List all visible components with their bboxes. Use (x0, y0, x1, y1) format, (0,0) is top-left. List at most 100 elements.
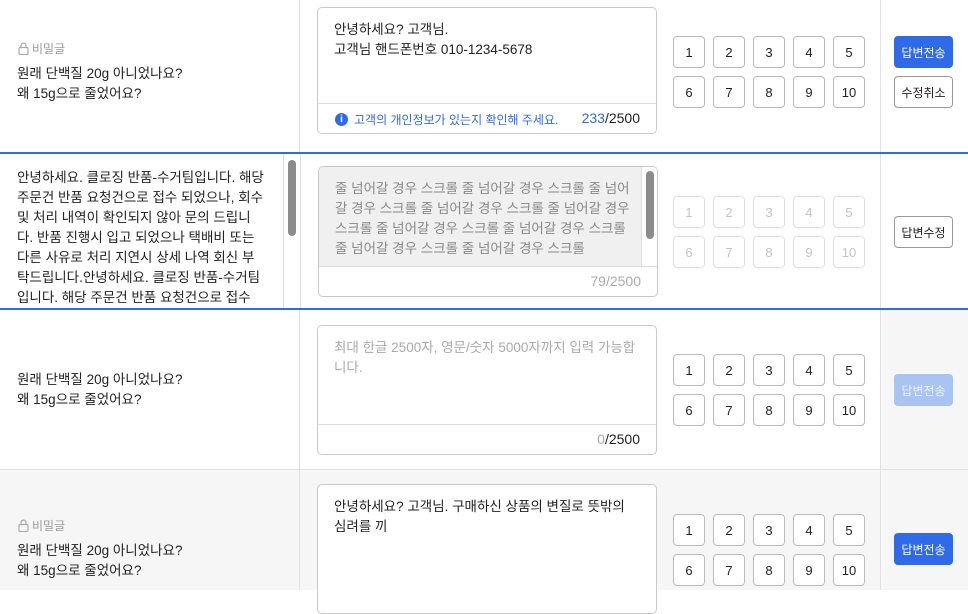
scrollbar-thumb[interactable] (288, 160, 296, 236)
answer-textarea[interactable]: 안녕하세요? 고객님. 구매하신 상품의 변질로 뜻밖의 심려를 끼 (317, 484, 657, 614)
rating-button-4[interactable]: 4 (793, 354, 825, 386)
send-answer-button[interactable]: 답변전송 (894, 36, 953, 68)
lock-icon (18, 42, 29, 55)
rating-cell: 1 2 3 4 5 6 7 8 9 10 (673, 0, 880, 152)
rating-buttons: 1 2 3 4 5 6 7 8 9 10 (673, 354, 865, 426)
answer-cell: 최대 한글 2500자, 영문/숫자 5000자까지 입력 가능합니다. 0/2… (300, 310, 673, 469)
rating-button-5: 5 (833, 196, 865, 228)
answer-footer: i 고객의 개인정보가 있는지 확인해 주세요. 233/2500 (318, 103, 656, 133)
secret-label: 비밀글 (32, 519, 66, 533)
question-cell: 안녕하세요. 클로징 반품-수거팀입니다. 해당 주문건 반품 요청건으로 접수… (0, 154, 300, 308)
qna-row-2: 안녕하세요. 클로징 반품-수거팀입니다. 해당 주문건 반품 요청건으로 접수… (0, 152, 968, 310)
answer-placeholder[interactable]: 최대 한글 2500자, 영문/숫자 5000자까지 입력 가능합니다. (334, 338, 640, 378)
rating-button-3[interactable]: 3 (753, 514, 785, 546)
rating-button-9[interactable]: 9 (793, 76, 825, 108)
question-text: 안녕하세요. 클로징 반품-수거팀입니다. 해당 주문건 반품 요청건으로 접수… (17, 170, 264, 305)
lock-icon (18, 519, 29, 532)
rating-button-7: 7 (713, 236, 745, 268)
rating-button-10[interactable]: 10 (833, 394, 865, 426)
qna-row-3: 원래 단백질 20g 아니었나요? 왜 15g으로 줄었어요? 최대 한글 25… (0, 310, 968, 470)
question-text: 원래 단백질 20g 아니었나요? 왜 15g으로 줄었어요? (17, 66, 183, 101)
answer-textarea[interactable]: 최대 한글 2500자, 영문/숫자 5000자까지 입력 가능합니다. 0/2… (317, 325, 657, 455)
rating-button-9[interactable]: 9 (793, 554, 825, 586)
qna-row-4: 비밀글 원래 단백질 20g 아니었나요? 왜 15g으로 줄었어요? 안녕하세… (0, 470, 968, 614)
secret-badge: 비밀글 (18, 40, 65, 57)
rating-button-2: 2 (713, 196, 745, 228)
rating-button-10[interactable]: 10 (833, 554, 865, 586)
rating-button-5[interactable]: 5 (833, 354, 865, 386)
send-answer-button[interactable]: 답변전송 (894, 533, 953, 565)
rating-button-4[interactable]: 4 (793, 36, 825, 68)
rating-cell: 1 2 3 4 5 6 7 8 9 10 (673, 154, 880, 308)
secret-label: 비밀글 (32, 42, 66, 56)
cancel-edit-button[interactable]: 수정취소 (894, 76, 953, 108)
char-counter: 79/2500 (590, 273, 641, 289)
rating-button-1[interactable]: 1 (673, 36, 705, 68)
rating-button-2[interactable]: 2 (713, 354, 745, 386)
char-count-current: 79 (590, 273, 606, 289)
rating-button-2[interactable]: 2 (713, 36, 745, 68)
rating-button-9[interactable]: 9 (793, 394, 825, 426)
answer-cell: 안녕하세요? 고객님. 고객님 핸드폰번호 010-1234-5678 i 고객… (300, 0, 673, 152)
rating-button-4[interactable]: 4 (793, 514, 825, 546)
rating-button-7[interactable]: 7 (713, 394, 745, 426)
scrollbar-thumb[interactable] (646, 171, 654, 239)
rating-button-1[interactable]: 1 (673, 514, 705, 546)
rating-button-8[interactable]: 8 (753, 394, 785, 426)
question-cell: 원래 단백질 20g 아니었나요? 왜 15g으로 줄었어요? (0, 310, 300, 469)
privacy-warning: i 고객의 개인정보가 있는지 확인해 주세요. (335, 111, 558, 128)
edit-answer-button[interactable]: 답변수정 (894, 216, 953, 248)
info-icon: i (335, 113, 348, 126)
rating-buttons: 1 2 3 4 5 6 7 8 9 10 (673, 196, 865, 268)
answer-textarea[interactable]: 안녕하세요? 고객님. 고객님 핸드폰번호 010-1234-5678 i 고객… (317, 7, 657, 134)
char-count-max: /2500 (604, 431, 640, 447)
answer-footer: 0/2500 (318, 424, 656, 454)
rating-button-3: 3 (753, 196, 785, 228)
question-cell: 비밀글 원래 단백질 20g 아니었나요? 왜 15g으로 줄었어요? (0, 0, 300, 152)
answer-text[interactable]: 안녕하세요? 고객님. 고객님 핸드폰번호 010-1234-5678 (334, 20, 640, 60)
rating-button-4: 4 (793, 196, 825, 228)
answer-text[interactable]: 안녕하세요? 고객님. 구매하신 상품의 변질로 뜻밖의 심려를 끼 (334, 497, 640, 537)
question-text: 원래 단백질 20g 아니었나요? 왜 15g으로 줄었어요? (17, 372, 183, 407)
rating-cell: 1 2 3 4 5 6 7 8 9 10 (673, 310, 880, 469)
rating-button-7[interactable]: 7 (713, 76, 745, 108)
answer-footer: 79/2500 (319, 266, 657, 296)
char-count-max: /2500 (604, 110, 640, 126)
char-count-current: 233 (581, 110, 605, 126)
rating-button-8[interactable]: 8 (753, 554, 785, 586)
answer-scrollbar[interactable] (641, 167, 657, 266)
rating-button-10[interactable]: 10 (833, 76, 865, 108)
rating-button-9: 9 (793, 236, 825, 268)
rating-button-5[interactable]: 5 (833, 36, 865, 68)
char-counter: 233/2500 (582, 110, 640, 126)
rating-button-3[interactable]: 3 (753, 354, 785, 386)
rating-button-3[interactable]: 3 (753, 36, 785, 68)
question-scrollbar[interactable] (283, 154, 300, 308)
rating-button-8: 8 (753, 236, 785, 268)
rating-button-6[interactable]: 6 (673, 394, 705, 426)
rating-button-1[interactable]: 1 (673, 354, 705, 386)
answer-text: 줄 넘어갈 경우 스크롤 줄 넘어갈 경우 스크롤 줄 넘어갈 경우 스크롤 줄… (335, 181, 630, 256)
char-counter: 0/2500 (597, 431, 640, 447)
rating-buttons: 1 2 3 4 5 6 7 8 9 10 (673, 514, 865, 586)
rating-button-6[interactable]: 6 (673, 554, 705, 586)
secret-badge: 비밀글 (18, 517, 65, 534)
rating-buttons: 1 2 3 4 5 6 7 8 9 10 (673, 36, 865, 108)
char-count-current: 0 (597, 431, 605, 447)
rating-button-1: 1 (673, 196, 705, 228)
rating-button-6: 6 (673, 236, 705, 268)
action-cell: 답변전송 (880, 310, 968, 469)
action-cell: 답변수정 (880, 154, 968, 308)
char-count-max: /2500 (605, 273, 641, 289)
rating-button-5[interactable]: 5 (833, 514, 865, 546)
answer-textarea[interactable]: 줄 넘어갈 경우 스크롤 줄 넘어갈 경우 스크롤 줄 넘어갈 경우 스크롤 줄… (318, 166, 658, 297)
answer-cell: 줄 넘어갈 경우 스크롤 줄 넘어갈 경우 스크롤 줄 넘어갈 경우 스크롤 줄… (300, 154, 673, 308)
rating-button-8[interactable]: 8 (753, 76, 785, 108)
rating-button-2[interactable]: 2 (713, 514, 745, 546)
rating-button-6[interactable]: 6 (673, 76, 705, 108)
answer-cell: 안녕하세요? 고객님. 구매하신 상품의 변질로 뜻밖의 심려를 끼 (300, 470, 673, 614)
send-answer-button[interactable]: 답변전송 (894, 374, 953, 406)
question-cell: 비밀글 원래 단백질 20g 아니었나요? 왜 15g으로 줄었어요? (0, 470, 300, 590)
privacy-warning-text: 고객의 개인정보가 있는지 확인해 주세요. (354, 113, 559, 127)
rating-button-7[interactable]: 7 (713, 554, 745, 586)
